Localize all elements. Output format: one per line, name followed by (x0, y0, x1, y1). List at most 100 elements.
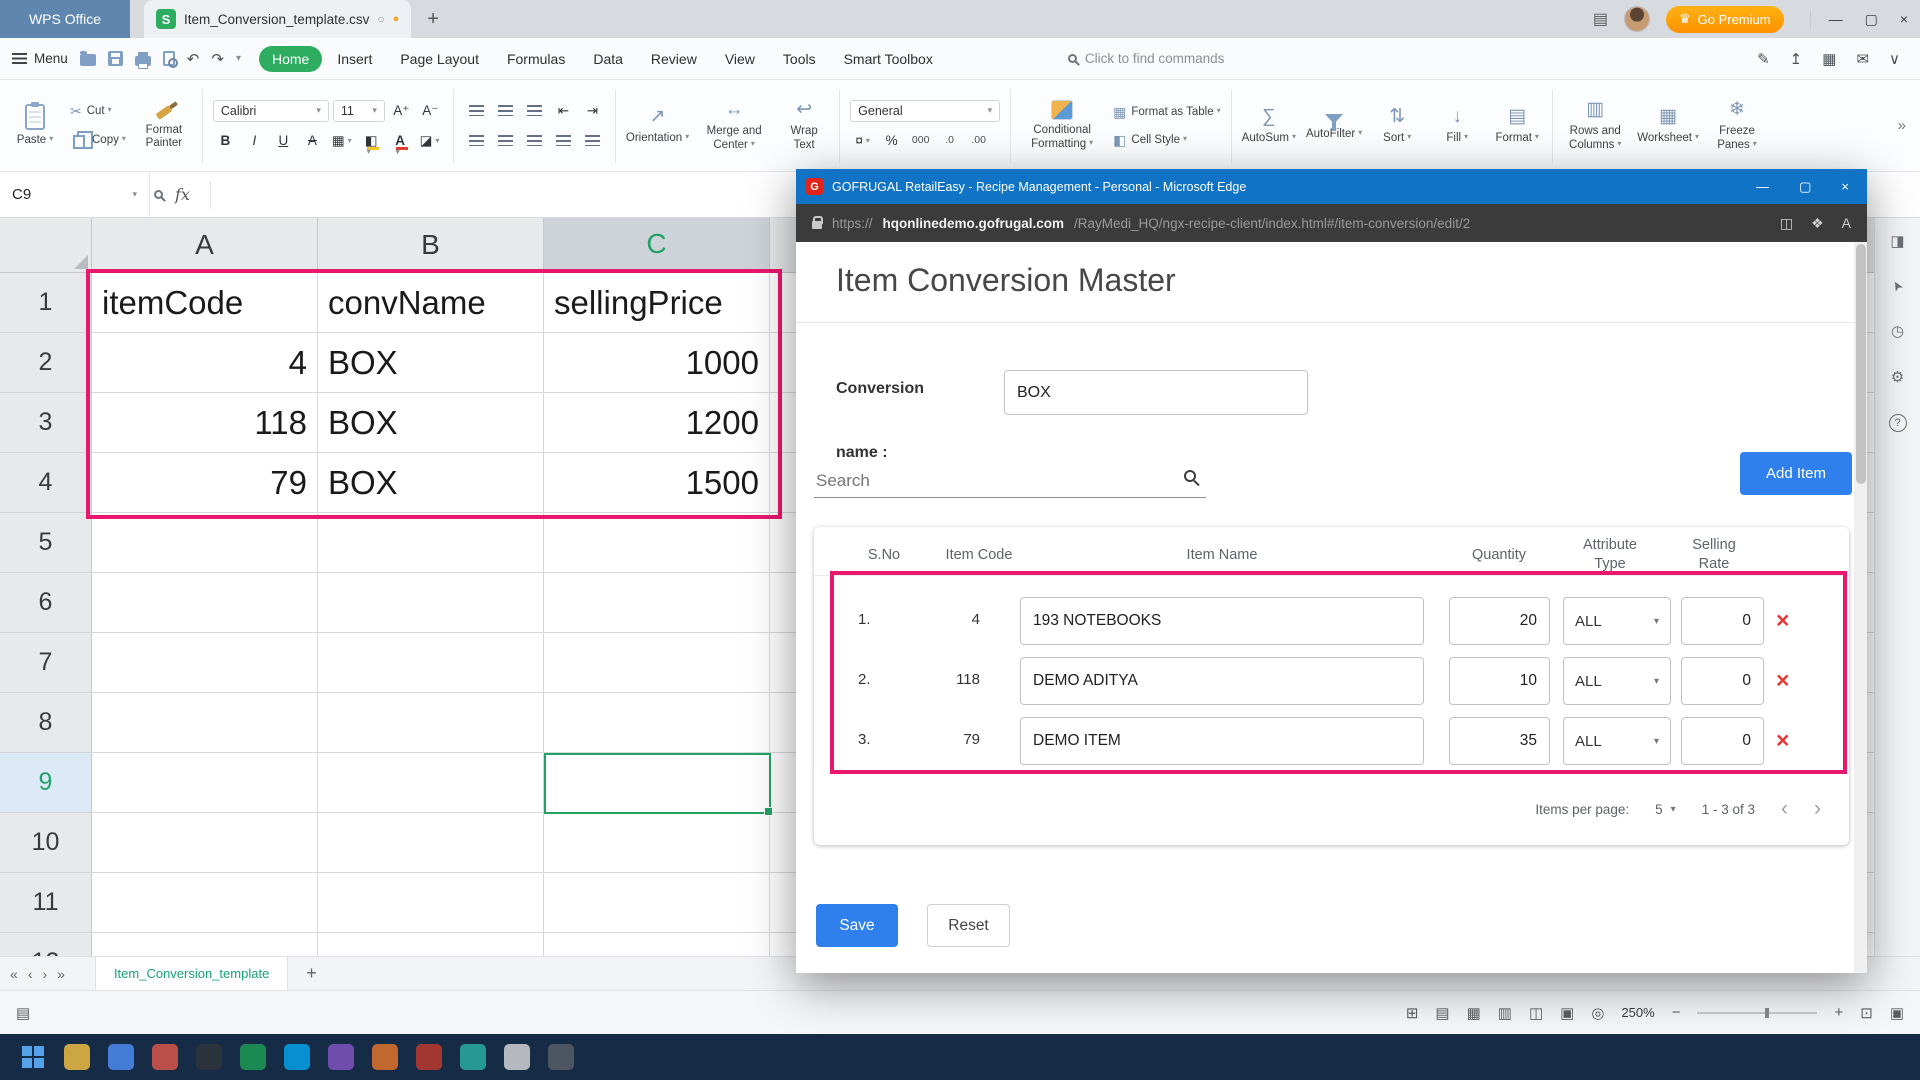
bold-button[interactable]: B (213, 129, 238, 152)
decrease-indent-button[interactable]: ⇤ (551, 99, 576, 122)
align-bottom-button[interactable] (522, 99, 547, 122)
next-page-button[interactable]: › (1814, 799, 1821, 819)
edge-maximize-button[interactable]: ▢ (1799, 179, 1811, 195)
page-break-view-icon[interactable]: ▥ (1498, 1004, 1512, 1022)
cell[interactable] (318, 753, 544, 813)
cell-c2[interactable]: 1000 (544, 333, 770, 393)
cell-c3[interactable]: 1200 (544, 393, 770, 453)
attribute-type-select[interactable]: ALL▾ (1563, 597, 1671, 645)
selling-rate-input[interactable] (1681, 717, 1764, 765)
add-sheet-button[interactable]: + (306, 963, 317, 984)
taskbar-icon[interactable] (372, 1044, 398, 1070)
taskbar-icon[interactable] (152, 1044, 178, 1070)
attribute-type-select[interactable]: ALL▾ (1563, 717, 1671, 765)
document-tab[interactable]: S Item_Conversion_template.csv ○ ● (144, 0, 411, 38)
row-header[interactable]: 12 (0, 933, 92, 956)
zoom-slider-knob[interactable] (1765, 1008, 1769, 1018)
align-center-button[interactable] (493, 129, 518, 152)
avatar[interactable] (1624, 6, 1650, 32)
wrap-text-button[interactable]: ↩ Wrap Text (779, 99, 829, 151)
last-sheet-button[interactable]: » (57, 966, 65, 982)
item-name-input[interactable] (1020, 717, 1424, 765)
tab-pin-icon[interactable]: ○ (377, 12, 384, 26)
tab-smart-toolbox[interactable]: Smart Toolbox (831, 46, 946, 72)
split-screen-icon[interactable]: ◫ (1780, 215, 1793, 232)
row-header[interactable]: 3 (0, 393, 92, 453)
copy-button[interactable]: Copy (70, 131, 126, 149)
tab-formulas[interactable]: Formulas (494, 46, 578, 72)
row-header[interactable]: 5 (0, 513, 92, 573)
cell-c9-selected[interactable] (544, 753, 770, 813)
comma-style-button[interactable]: 000 (908, 129, 933, 152)
sheet-stats-icon[interactable]: ▤ (16, 1004, 30, 1022)
share-icon[interactable]: ↥ (1790, 50, 1803, 68)
cell-c4[interactable]: 1500 (544, 453, 770, 513)
reading-view-icon[interactable]: ▣ (1560, 1004, 1574, 1022)
decrease-font-button[interactable]: A⁻ (418, 99, 443, 122)
taskbar-icon[interactable] (108, 1044, 134, 1070)
cell[interactable] (92, 933, 318, 956)
select-tool-icon[interactable]: ➤ (1888, 277, 1907, 294)
fullscreen-icon[interactable]: ▣ (1890, 1004, 1904, 1022)
cell-b1[interactable]: convName (318, 273, 544, 333)
cell[interactable] (92, 693, 318, 753)
comment-icon[interactable]: ✉ (1856, 50, 1869, 68)
cell-c1[interactable]: sellingPrice (544, 273, 770, 333)
zoom-in-button[interactable]: + (1834, 1004, 1843, 1021)
quantity-input[interactable] (1449, 657, 1550, 705)
autofilter-button[interactable]: AutoFilter (1306, 109, 1362, 141)
row-header[interactable]: 10 (0, 813, 92, 873)
edge-titlebar[interactable]: G GOFRUGAL RetailEasy - Recipe Managemen… (796, 169, 1867, 204)
font-color-button[interactable]: A (388, 129, 413, 152)
cell-a3[interactable]: 118 (92, 393, 318, 453)
cell[interactable] (92, 813, 318, 873)
cell[interactable] (318, 693, 544, 753)
align-top-button[interactable] (464, 99, 489, 122)
strikethrough-button[interactable]: A (300, 129, 325, 152)
row-header[interactable]: 2 (0, 333, 92, 393)
cell[interactable] (318, 813, 544, 873)
cell[interactable] (318, 633, 544, 693)
eye-protect-icon[interactable]: ◎ (1591, 1004, 1604, 1022)
taskbar-icon[interactable] (284, 1044, 310, 1070)
cell-b2[interactable]: BOX (318, 333, 544, 393)
autosum-button[interactable]: ∑ AutoSum (1242, 106, 1296, 145)
row-header-selected[interactable]: 9 (0, 753, 92, 813)
currency-style-button[interactable]: ¤ (850, 129, 875, 152)
font-name-select[interactable]: Calibri▾ (213, 100, 329, 122)
grid-view-icon[interactable]: ▦ (1467, 1004, 1481, 1022)
italic-button[interactable]: I (242, 129, 267, 152)
attribute-type-select[interactable]: ALL▾ (1563, 657, 1671, 705)
cell-a4[interactable]: 79 (92, 453, 318, 513)
prev-sheet-button[interactable]: ‹ (28, 966, 33, 982)
taskbar-icon[interactable] (240, 1044, 266, 1070)
next-sheet-button[interactable]: › (42, 966, 47, 982)
delete-row-button[interactable]: × (1776, 667, 1789, 694)
minimize-button[interactable]: — (1829, 11, 1843, 28)
tab-page-layout[interactable]: Page Layout (387, 46, 492, 72)
cell[interactable] (92, 513, 318, 573)
format-as-table-button[interactable]: ▦Format as Table (1113, 104, 1221, 120)
align-left-button[interactable] (464, 129, 489, 152)
start-button[interactable] (22, 1046, 32, 1056)
item-name-input[interactable] (1020, 597, 1424, 645)
undo-icon[interactable]: ↶ (187, 50, 200, 68)
cell[interactable] (544, 693, 770, 753)
tab-review[interactable]: Review (638, 46, 710, 72)
maximize-button[interactable]: ▢ (1865, 11, 1878, 28)
fill-button[interactable]: ↓ Fill (1432, 106, 1482, 145)
taskbar-icon[interactable] (64, 1044, 90, 1070)
row-header[interactable]: 8 (0, 693, 92, 753)
cell[interactable] (544, 933, 770, 956)
cell-a2[interactable]: 4 (92, 333, 318, 393)
edge-close-button[interactable]: × (1841, 179, 1849, 195)
percent-style-button[interactable]: % (879, 129, 904, 152)
worksheet-button[interactable]: ▦ Worksheet (1637, 106, 1699, 145)
cell-a1[interactable]: itemCode (92, 273, 318, 333)
find-commands-search[interactable]: Click to find commands (1068, 51, 1225, 66)
prev-page-button[interactable]: ‹ (1781, 799, 1788, 819)
cell[interactable] (544, 513, 770, 573)
edge-addressbar[interactable]: https://hqonlinedemo.gofrugal.com/RayMed… (796, 204, 1867, 242)
cell-name-box[interactable]: C9 ▾ (0, 172, 150, 217)
print-preview-icon[interactable] (163, 51, 175, 66)
